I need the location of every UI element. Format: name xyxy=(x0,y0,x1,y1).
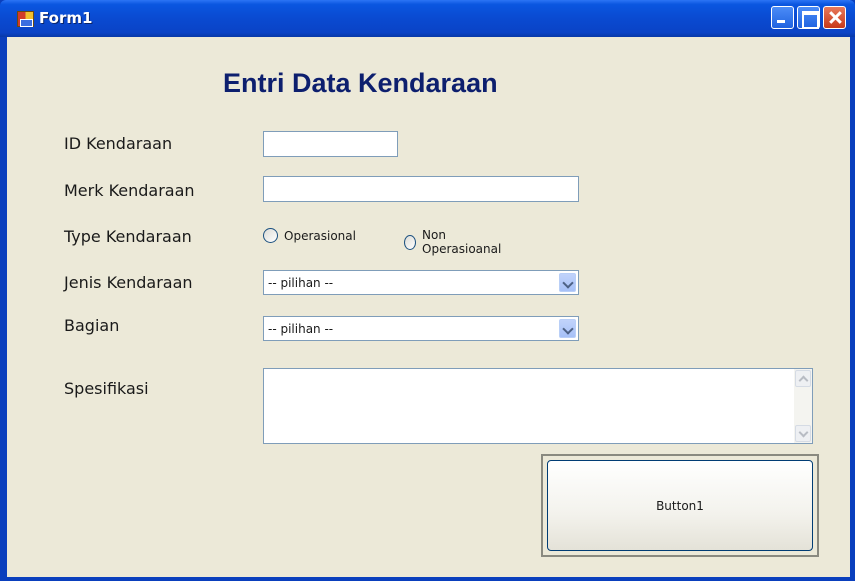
vertical-scrollbar[interactable] xyxy=(794,369,812,443)
radio-circle-icon xyxy=(263,228,278,243)
close-button[interactable] xyxy=(823,6,846,29)
radio-circle-icon xyxy=(404,234,416,250)
bagian-label: Bagian xyxy=(64,316,120,335)
scroll-down-icon[interactable] xyxy=(795,425,811,442)
radio-non-operasional-label: Non Operasioanal xyxy=(422,228,502,256)
chevron-down-icon[interactable] xyxy=(559,319,576,338)
form-heading: Entri Data Kendaraan xyxy=(223,68,498,98)
merk-kendaraan-label: Merk Kendaraan xyxy=(64,181,195,200)
bagian-select[interactable]: -- pilihan -- xyxy=(263,316,579,341)
merk-kendaraan-input[interactable] xyxy=(263,176,579,202)
minimize-button[interactable] xyxy=(771,6,794,29)
id-kendaraan-label: ID Kendaraan xyxy=(64,134,173,153)
title-bar[interactable]: Form1 xyxy=(0,0,855,37)
spesifikasi-label: Spesifikasi xyxy=(64,379,149,398)
app-icon[interactable] xyxy=(17,11,34,27)
jenis-kendaraan-select[interactable]: -- pilihan -- xyxy=(263,270,579,295)
chevron-down-icon[interactable] xyxy=(559,273,576,292)
window-title: Form1 xyxy=(39,9,93,27)
radio-operasional[interactable]: Operasional xyxy=(263,228,356,243)
jenis-kendaraan-selected: -- pilihan -- xyxy=(268,276,334,290)
radio-operasional-label: Operasional xyxy=(284,228,356,243)
button1-frame: Button1 xyxy=(541,454,819,557)
spesifikasi-textarea[interactable] xyxy=(263,368,813,444)
type-kendaraan-label: Type Kendaraan xyxy=(64,227,192,246)
id-kendaraan-input[interactable] xyxy=(263,131,398,157)
maximize-button[interactable] xyxy=(797,6,820,29)
scroll-up-icon[interactable] xyxy=(795,370,811,387)
button1[interactable]: Button1 xyxy=(547,460,813,551)
bagian-selected: -- pilihan -- xyxy=(268,322,334,336)
radio-non-operasional[interactable]: Non Operasioanal xyxy=(404,228,504,256)
jenis-kendaraan-label: Jenis Kendaraan xyxy=(64,273,193,292)
